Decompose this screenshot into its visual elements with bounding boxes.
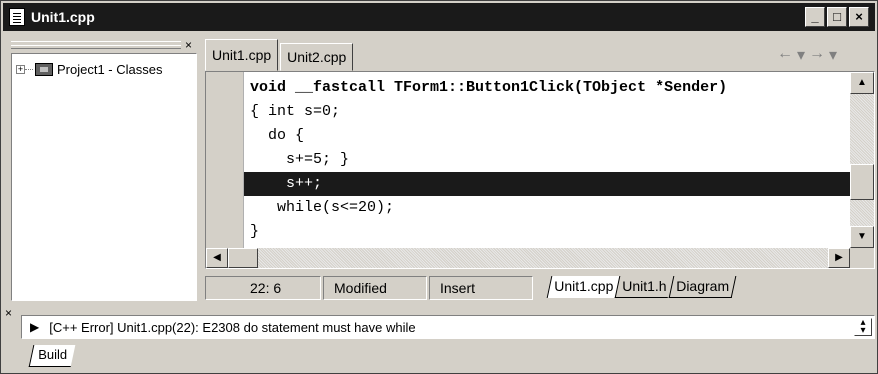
- tree-item-label: Project1 - Classes: [57, 62, 163, 77]
- tab-label: Unit1.cpp: [554, 278, 614, 294]
- panel-close-icon[interactable]: ×: [185, 39, 192, 51]
- message-scroll-spinner[interactable]: ▴ ▾: [854, 318, 872, 336]
- code-line-text: while(s<=20);: [250, 199, 395, 216]
- cursor-position: 22: 6: [205, 276, 321, 300]
- code-line-text: void __fastcall TForm1::Button1Click(TOb…: [250, 79, 728, 96]
- scroll-down-button[interactable]: ▼: [850, 226, 874, 248]
- tab-unit1-cpp-view[interactable]: Unit1.cpp: [546, 276, 620, 298]
- vertical-scrollbar[interactable]: ▲ ▼: [850, 72, 874, 248]
- tab-label: Unit1.h: [622, 278, 667, 294]
- code-line[interactable]: { int s=0;: [244, 100, 852, 124]
- window-title: Unit1.cpp: [31, 9, 95, 25]
- messages-close-icon[interactable]: ×: [5, 307, 12, 319]
- code-line-text: s+=5; }: [250, 151, 350, 168]
- expand-icon[interactable]: +: [16, 65, 25, 74]
- tab-label: Diagram: [675, 278, 729, 294]
- code-area[interactable]: void __fastcall TForm1::Button1Click(TOb…: [244, 76, 852, 248]
- code-line-text: { int s=0;: [250, 103, 341, 120]
- code-line-text: do {: [250, 127, 305, 144]
- folder-icon: [35, 63, 53, 76]
- tab-unit1-h-view[interactable]: Unit1.h: [614, 276, 673, 298]
- tree-item-project1[interactable]: + Project1 - Classes: [16, 62, 162, 77]
- code-line-highlighted[interactable]: s++;: [244, 172, 852, 196]
- tab-unit1-cpp[interactable]: Unit1.cpp: [205, 39, 279, 71]
- dropdown-icon[interactable]: ▾: [797, 45, 805, 65]
- code-line[interactable]: }: [244, 220, 852, 244]
- message-pane[interactable]: ▶ [C++ Error] Unit1.cpp(22): E2308 do st…: [21, 315, 875, 339]
- code-line[interactable]: while(s<=20);: [244, 196, 852, 220]
- code-line[interactable]: void __fastcall TForm1::Button1Click(TOb…: [244, 76, 852, 100]
- modified-status: Modified: [323, 276, 427, 300]
- tab-diagram-view[interactable]: Diagram: [668, 276, 736, 298]
- scroll-up-button[interactable]: ▲: [850, 72, 874, 94]
- code-editor[interactable]: void __fastcall TForm1::Button1Click(TOb…: [205, 71, 875, 269]
- panel-grip[interactable]: [11, 41, 181, 49]
- class-tree: + Project1 - Classes: [11, 53, 197, 301]
- message-pointer-icon: ▶: [30, 320, 40, 334]
- navigation-arrows: ← ▾ → ▾: [777, 45, 837, 65]
- horizontal-scroll-thumb[interactable]: [228, 248, 258, 268]
- maximize-button[interactable]: □: [827, 7, 847, 27]
- document-icon: [9, 8, 25, 26]
- vertical-scroll-thumb[interactable]: [850, 164, 874, 200]
- editor-gutter[interactable]: [206, 72, 244, 248]
- tab-unit2-cpp[interactable]: Unit2.cpp: [280, 43, 354, 71]
- tree-line: [25, 69, 33, 70]
- code-line[interactable]: s+=5; }: [244, 148, 852, 172]
- minimize-button[interactable]: _: [805, 7, 825, 27]
- status-bar: 22: 6 Modified Insert Unit1.cpp Unit1.h …: [205, 275, 875, 301]
- insert-mode-status: Insert: [429, 276, 533, 300]
- scroll-right-button[interactable]: ▶: [828, 248, 850, 268]
- file-view-tabs: Unit1.cpp Unit1.h Diagram: [546, 276, 736, 300]
- error-message[interactable]: [C++ Error] Unit1.cpp(22): E2308 do stat…: [49, 320, 415, 335]
- scroll-left-button[interactable]: ◀: [206, 248, 228, 268]
- horizontal-scrollbar[interactable]: ◀ ▶: [206, 248, 850, 268]
- scroll-corner: [850, 248, 874, 268]
- code-line[interactable]: do {: [244, 124, 852, 148]
- code-line-text: }: [250, 223, 260, 240]
- dropdown-icon[interactable]: ▾: [829, 45, 837, 65]
- title-bar: Unit1.cpp _ □ ×: [3, 3, 875, 31]
- editor-tabs: Unit1.cpp Unit2.cpp: [205, 39, 355, 71]
- close-button[interactable]: ×: [849, 7, 869, 27]
- tab-label: Build: [38, 347, 68, 362]
- tab-build[interactable]: Build: [28, 345, 76, 367]
- ide-window: Unit1.cpp _ □ × × + Project1 - Classes U…: [0, 0, 878, 374]
- back-arrow-icon[interactable]: ←: [777, 45, 793, 65]
- code-line-text: s++;: [250, 175, 323, 192]
- forward-arrow-icon[interactable]: →: [809, 45, 825, 65]
- class-explorer: × + Project1 - Classes: [11, 39, 197, 301]
- window-controls: _ □ ×: [805, 7, 869, 27]
